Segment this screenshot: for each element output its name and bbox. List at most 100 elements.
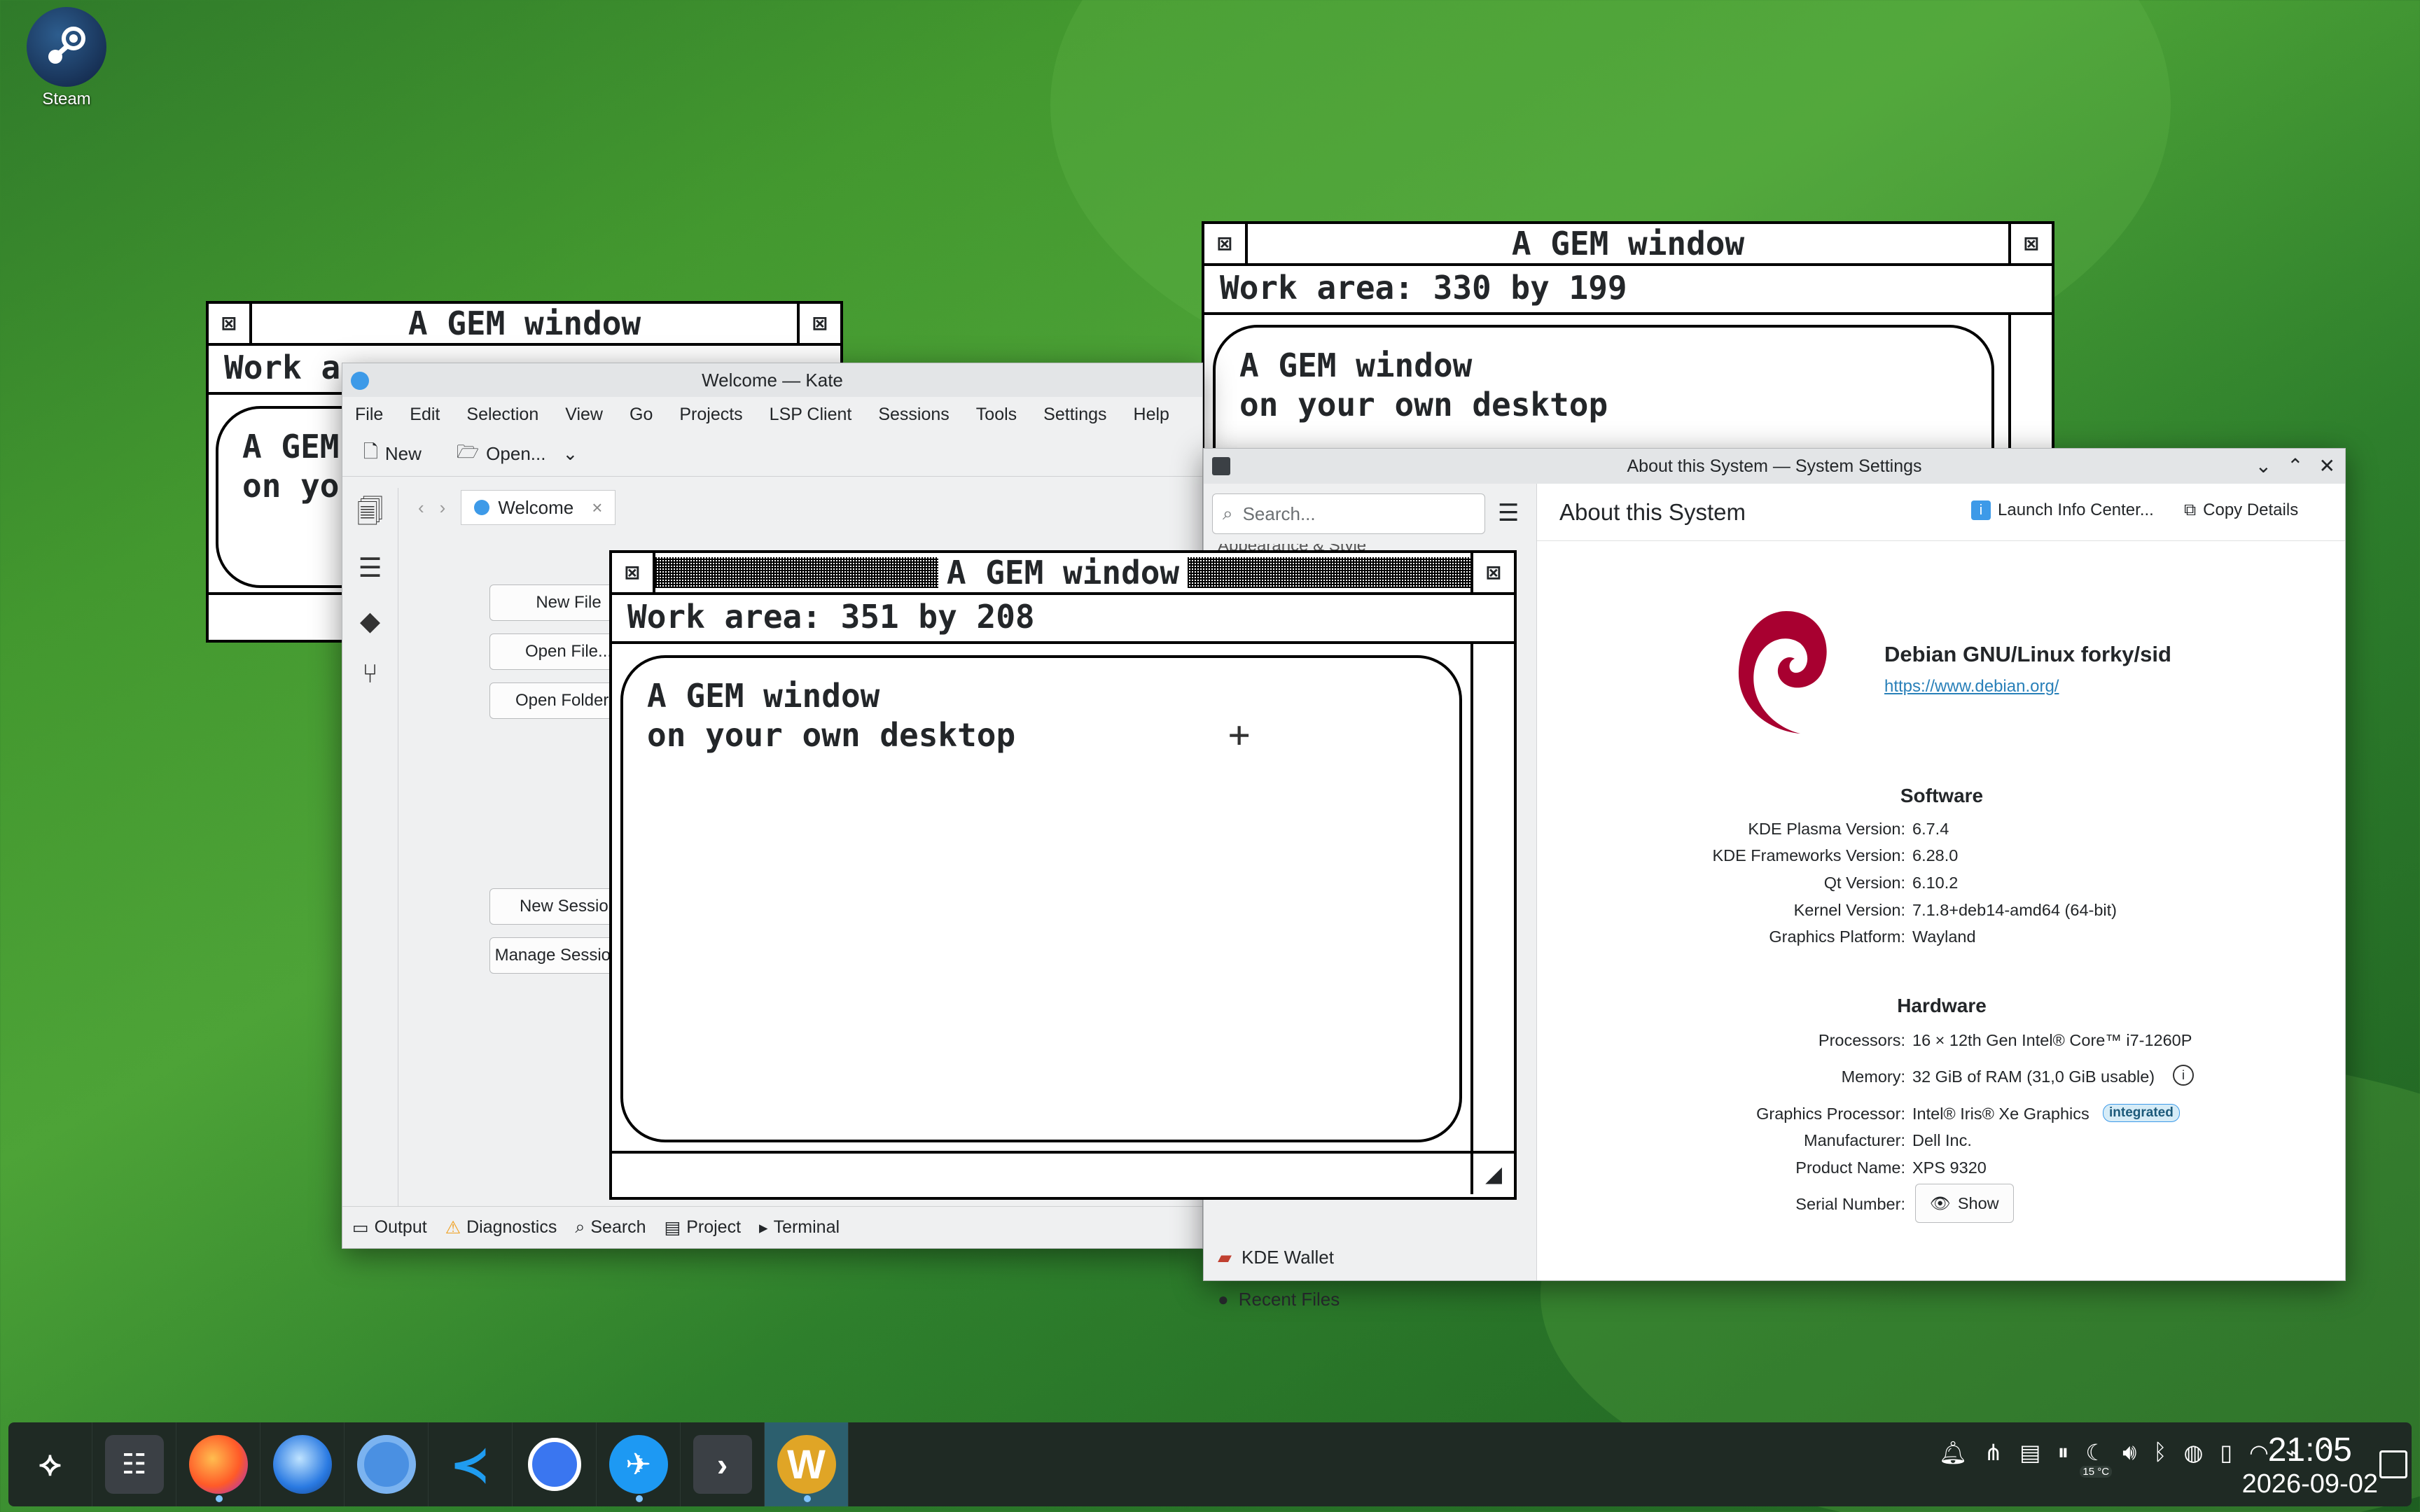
clock-time: 21:05 [2267, 1432, 2352, 1469]
warning-icon: ⚠ [445, 1217, 461, 1238]
kate-menubar: File Edit Selection View Go Projects LSP… [342, 397, 1202, 432]
menu-selection[interactable]: Selection [466, 405, 538, 425]
menu-go[interactable]: Go [630, 405, 653, 425]
gem-vertical-scrollbar[interactable] [1470, 644, 1514, 1151]
taskbar-thunderbird[interactable] [260, 1422, 345, 1506]
documents-panel-icon[interactable]: 🗐 [342, 488, 398, 541]
search-panel-button[interactable]: ⌕ Search [575, 1217, 646, 1238]
kate-titlebar[interactable]: Welcome — Kate [342, 363, 1202, 397]
thunderbird-icon [272, 1435, 332, 1494]
menu-file[interactable]: File [355, 405, 383, 425]
menu-tools[interactable]: Tools [976, 405, 1017, 425]
symbols-panel-icon[interactable]: ☰ [342, 541, 398, 594]
menu-settings[interactable]: Settings [1043, 405, 1106, 425]
close-box-icon[interactable]: ⊠ [612, 553, 655, 592]
tab-welcome-label: Welcome [498, 496, 574, 518]
kv-key: Manufacturer: [1804, 1131, 1905, 1149]
menu-view[interactable]: View [565, 405, 603, 425]
fuller-box-icon[interactable]: ⊠ [1470, 553, 1514, 592]
kate-app-icon [351, 372, 369, 390]
gem-front-title-text: A GEM window [938, 554, 1188, 592]
output-panel-button[interactable]: ▭ Output [352, 1217, 427, 1238]
project-panel-button[interactable]: ▤ Project [665, 1217, 741, 1238]
kate-sidebar: 🗐 ☰ ◆ ⑂ [342, 488, 398, 1206]
steam-desktop-icon[interactable]: Steam [21, 7, 112, 109]
gem-body-line1: A GEM window [1239, 346, 1473, 384]
git-panel-icon[interactable]: ◆ [342, 594, 398, 648]
welcome-tab-icon [474, 500, 490, 515]
night-light-icon[interactable]: ☾ 15 °C [2080, 1439, 2113, 1478]
settings-search-field[interactable]: ⌕ Search... [1212, 493, 1485, 534]
taskbar-system-settings[interactable]: ☷ [92, 1422, 176, 1506]
kv-value: Dell Inc. [1912, 1131, 1972, 1149]
terminal-panel-button[interactable]: ▸ Terminal [759, 1217, 840, 1238]
bluetooth-icon[interactable]: ᛒ [2153, 1439, 2167, 1466]
settings-titlebar[interactable]: About this System — System Settings ⌄ ⌃ … [1204, 449, 2345, 484]
vscode-icon: ≺ [450, 1437, 491, 1492]
taskbar-vscode[interactable]: ≺ [429, 1422, 513, 1506]
gem-horizontal-scrollbar[interactable] [612, 1151, 1514, 1194]
hamburger-menu-icon[interactable]: ☰ [1498, 499, 1519, 527]
kde-connect-icon[interactable]: ⋔ [1984, 1439, 2003, 1466]
fuller-box-icon[interactable]: ⊠ [2008, 224, 2052, 263]
close-box-icon[interactable]: ⊠ [209, 304, 252, 343]
open-document-button[interactable]: 🗁 Open... ⌄ [457, 439, 578, 470]
taskbar-gem-app[interactable]: W [765, 1422, 849, 1506]
menu-projects[interactable]: Projects [679, 405, 742, 425]
kv-value: XPS 9320 [1912, 1158, 1987, 1177]
tab-welcome[interactable]: Welcome × [461, 490, 616, 525]
terminal-icon: › [693, 1435, 752, 1494]
gem-window-front[interactable]: ⊠ A GEM window ⊠ Work area: 351 by 208 ◢… [609, 550, 1517, 1200]
notifications-icon[interactable]: 🔔︎ [1939, 1439, 1968, 1466]
application-launcher-button[interactable]: ⟡ [8, 1422, 92, 1506]
menu-sessions[interactable]: Sessions [878, 405, 949, 425]
kv-value: 7.1.8+deb14-amd64 (64-bit) [1912, 901, 2117, 919]
back-nav-icon[interactable]: ‹ [418, 497, 424, 519]
os-url-link[interactable]: https://www.debian.org/ [1884, 677, 2059, 696]
media-pause-icon[interactable]: ⏸︎ [2057, 1439, 2068, 1466]
sidebar-item-recent-files[interactable]: ● Recent Files [1218, 1289, 1340, 1310]
gem-body-line1: A GEM window [647, 677, 880, 715]
close-tab-icon[interactable]: × [592, 497, 602, 519]
taskbar-terminal[interactable]: › [681, 1422, 765, 1506]
copy-details-button[interactable]: ⧉ Copy Details [2184, 500, 2298, 520]
power-profile-icon[interactable]: ◍ [2183, 1439, 2203, 1466]
projects-panel-icon[interactable]: ⑂ [342, 648, 398, 701]
about-page: About this System i Launch Info Center..… [1537, 484, 2345, 1280]
taskbar-firefox[interactable] [176, 1422, 260, 1506]
crosshair-cursor-icon: + [1228, 714, 1251, 756]
sidebar-item-kde-wallet[interactable]: ▰ KDE Wallet [1218, 1247, 1334, 1268]
menu-help[interactable]: Help [1134, 405, 1169, 425]
volume-icon[interactable]: 🔊︎ [2122, 1439, 2136, 1466]
kv-key: Memory: [1841, 1068, 1905, 1086]
taskbar-signal[interactable] [513, 1422, 597, 1506]
clipboard-icon[interactable]: ▤ [2019, 1439, 2040, 1466]
kate-icon: ✈ [609, 1435, 668, 1494]
close-icon[interactable]: ✕ [2319, 454, 2335, 477]
forward-nav-icon[interactable]: › [440, 497, 446, 519]
kv-key: Graphics Platform: [1769, 927, 1905, 946]
close-box-icon[interactable]: ⊠ [1204, 224, 1248, 263]
battery-icon[interactable]: ▯ [2220, 1439, 2232, 1466]
menu-lsp-client[interactable]: LSP Client [770, 405, 852, 425]
diagnostics-panel-button[interactable]: ⚠ Diagnostics [445, 1217, 557, 1238]
launch-info-center-button[interactable]: i Launch Info Center... [1971, 500, 2154, 520]
taskbar-chromium[interactable] [345, 1422, 429, 1506]
menu-edit[interactable]: Edit [410, 405, 440, 425]
fuller-box-icon[interactable]: ⊠ [797, 304, 840, 343]
maximize-icon[interactable]: ⌃ [2287, 454, 2303, 477]
show-serial-button[interactable]: 👁 Show [1915, 1184, 2014, 1223]
memory-info-icon[interactable]: i [2173, 1065, 2194, 1086]
os-name: Debian GNU/Linux forky/sid [1884, 642, 2171, 666]
digital-clock[interactable]: 21:05 2026-09-02 [2242, 1432, 2378, 1499]
taskbar-kate[interactable]: ✈ [597, 1422, 681, 1506]
show-desktop-button[interactable] [2379, 1450, 2407, 1478]
minimize-icon[interactable]: ⌄ [2255, 454, 2272, 477]
new-document-button[interactable]: 🗋 New [363, 439, 422, 470]
chevron-down-icon[interactable]: ⌄ [562, 443, 578, 465]
weather-temperature: 15 °C [2080, 1466, 2113, 1478]
integrated-badge: integrated [2103, 1104, 2180, 1122]
kate-statusbar: ▭ Output ⚠ Diagnostics ⌕ Search ▤ Project ▸ T… [342, 1206, 1202, 1248]
kv-value: 6.7.4 [1912, 820, 1949, 838]
size-box-icon[interactable]: ◢ [1470, 1151, 1514, 1194]
